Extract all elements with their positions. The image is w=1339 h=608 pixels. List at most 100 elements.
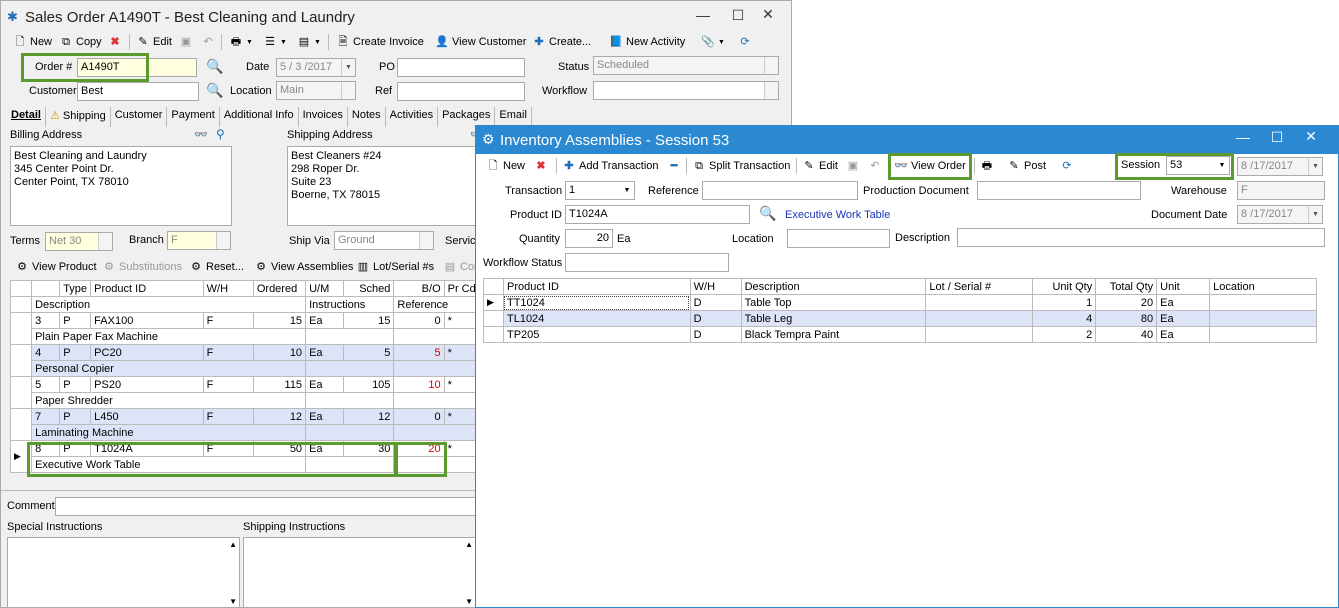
- new-button[interactable]: 🗋 New: [486, 157, 525, 175]
- type-cell[interactable]: P: [59, 408, 92, 425]
- save-button[interactable]: ▣: [846, 157, 860, 175]
- ordered-cell[interactable]: 115: [252, 376, 307, 393]
- transaction-select[interactable]: 1 ▼: [565, 181, 635, 200]
- total-qty-cell[interactable]: 40: [1095, 326, 1158, 343]
- table-row[interactable]: 3 P FAX100 F 15 Ea 15 0 *: [9, 312, 481, 345]
- sched-cell[interactable]: 15: [343, 312, 395, 329]
- line-cell[interactable]: 4: [31, 344, 61, 361]
- print-button[interactable]: 🖶: [980, 157, 994, 175]
- unit-cell[interactable]: Ea: [1156, 294, 1211, 311]
- workflow-status-dropdown-icon[interactable]: [714, 254, 728, 271]
- terms-dropdown-icon[interactable]: [98, 233, 112, 250]
- edit-button[interactable]: ✎ Edit: [136, 33, 172, 51]
- split-transaction-button[interactable]: ⧉ Split Transaction: [692, 157, 790, 175]
- col-type[interactable]: Type: [59, 280, 92, 297]
- col-unit[interactable]: Unit: [1156, 278, 1211, 295]
- type-cell[interactable]: P: [59, 440, 92, 457]
- tab-payment[interactable]: Payment: [167, 107, 220, 127]
- bo-cell[interactable]: 0: [393, 312, 445, 329]
- um-cell[interactable]: Ea: [305, 344, 345, 361]
- total-qty-cell[interactable]: 20: [1095, 294, 1158, 311]
- wh-cell[interactable]: F: [202, 440, 254, 457]
- col-location[interactable]: Location: [1209, 278, 1317, 295]
- order-search-icon[interactable]: 🔍: [206, 58, 223, 75]
- product-cell[interactable]: T1024A: [90, 440, 204, 457]
- col-unit-qty[interactable]: Unit Qty: [1032, 278, 1097, 295]
- description-cell[interactable]: Plain Paper Fax Machine: [31, 328, 307, 345]
- product-cell[interactable]: PS20: [90, 376, 204, 393]
- special-instructions-input[interactable]: ▲ ▼: [7, 537, 240, 607]
- col-description[interactable]: Description: [740, 278, 927, 295]
- sched-cell[interactable]: 30: [343, 440, 395, 457]
- comment-input[interactable]: [55, 497, 485, 516]
- wh-cell[interactable]: F: [202, 376, 254, 393]
- workflow-status-input[interactable]: [565, 253, 729, 272]
- sched-cell[interactable]: 105: [343, 376, 395, 393]
- unit-cell[interactable]: Ea: [1156, 310, 1211, 327]
- bo-cell[interactable]: 20: [393, 440, 445, 457]
- refresh-button[interactable]: ⟳: [738, 33, 752, 51]
- location-input[interactable]: [787, 229, 890, 248]
- col-line[interactable]: [31, 280, 61, 297]
- unit-qty-cell[interactable]: 1: [1032, 294, 1097, 311]
- col-sched[interactable]: Sched: [343, 280, 395, 297]
- bo-cell[interactable]: 10: [393, 376, 445, 393]
- ordered-cell[interactable]: 50: [252, 440, 307, 457]
- lot-serial-button[interactable]: ▥ Lot/Serial #s: [356, 258, 434, 276]
- bo-cell[interactable]: 0: [393, 408, 445, 425]
- table-row[interactable]: TL1024 D Table Leg 4 80 Ea: [483, 310, 1317, 327]
- tab-additional-info[interactable]: Additional Info: [220, 107, 299, 127]
- sched-cell[interactable]: 12: [343, 408, 395, 425]
- tab-shipping[interactable]: ⚠ Shipping: [46, 107, 111, 127]
- print-button[interactable]: 🖶 ▼: [229, 33, 253, 51]
- date-dropdown-icon[interactable]: ▼: [341, 59, 355, 76]
- delete-button[interactable]: ✖: [534, 157, 548, 175]
- session-date-dropdown-icon[interactable]: ▼: [1308, 158, 1322, 175]
- um-cell[interactable]: Ea: [305, 408, 345, 425]
- bo-cell[interactable]: 5: [393, 344, 445, 361]
- wh-cell[interactable]: F: [202, 312, 254, 329]
- ship-via-dropdown-icon[interactable]: [419, 232, 433, 249]
- shipping-instructions-input[interactable]: ▲ ▼: [243, 537, 476, 607]
- um-cell[interactable]: Ea: [305, 440, 345, 457]
- attach-button[interactable]: 📎 ▼: [701, 33, 725, 51]
- location-dropdown-icon[interactable]: [875, 230, 889, 247]
- tab-customer[interactable]: Customer: [111, 107, 168, 127]
- product-cell[interactable]: TP205: [502, 326, 691, 343]
- undo-button[interactable]: ↶: [201, 33, 215, 51]
- ordered-cell[interactable]: 15: [252, 312, 307, 329]
- view-customer-button[interactable]: 👤 View Customer: [435, 33, 526, 51]
- view-assemblies-button[interactable]: ⚙ View Assemblies: [254, 258, 353, 276]
- location-cell[interactable]: [1209, 326, 1317, 343]
- location-cell[interactable]: [1209, 294, 1317, 311]
- table-row-description[interactable]: Paper Shredder: [11, 392, 480, 409]
- col-reference[interactable]: Reference: [393, 296, 480, 313]
- um-cell[interactable]: Ea: [305, 376, 345, 393]
- tab-invoices[interactable]: Invoices: [299, 107, 348, 127]
- substitutions-button[interactable]: ⚙ Substitutions: [102, 258, 182, 276]
- view-product-button[interactable]: ⚙ View Product: [15, 258, 97, 276]
- ref-input[interactable]: [397, 82, 525, 101]
- binoculars-icon[interactable]: 👓: [194, 128, 208, 141]
- table-row-selected[interactable]: ▶ 8 P T1024A F 50 Ea 30 20 *: [9, 440, 481, 473]
- date-input[interactable]: 5 / 3 /2017 ▼: [276, 58, 356, 77]
- billing-address-box[interactable]: Best Cleaning and Laundry 345 Center Poi…: [10, 146, 232, 226]
- wh-cell[interactable]: D: [689, 310, 742, 327]
- lot-cell[interactable]: [925, 294, 1034, 311]
- reset-button[interactable]: ⚙ Reset...: [189, 258, 244, 276]
- remove-transaction-button[interactable]: ━: [667, 157, 681, 175]
- description-cell[interactable]: Black Tempra Paint: [740, 326, 927, 343]
- lot-cell[interactable]: [925, 326, 1034, 343]
- status-input[interactable]: Scheduled: [593, 56, 779, 75]
- tab-notes[interactable]: Notes: [348, 107, 386, 127]
- line-cell[interactable]: 7: [31, 408, 61, 425]
- um-cell[interactable]: Ea: [305, 312, 345, 329]
- copy-button[interactable]: ⧉ Copy: [59, 33, 102, 51]
- location-input[interactable]: Main: [276, 81, 356, 100]
- location-cell[interactable]: [1209, 310, 1317, 327]
- lot-cell[interactable]: [925, 310, 1034, 327]
- tab-activities[interactable]: Activities: [386, 107, 439, 127]
- map-pin-icon[interactable]: ⚲: [216, 127, 225, 141]
- product-cell[interactable]: PC20: [90, 344, 204, 361]
- col-product-id[interactable]: Product ID: [502, 278, 691, 295]
